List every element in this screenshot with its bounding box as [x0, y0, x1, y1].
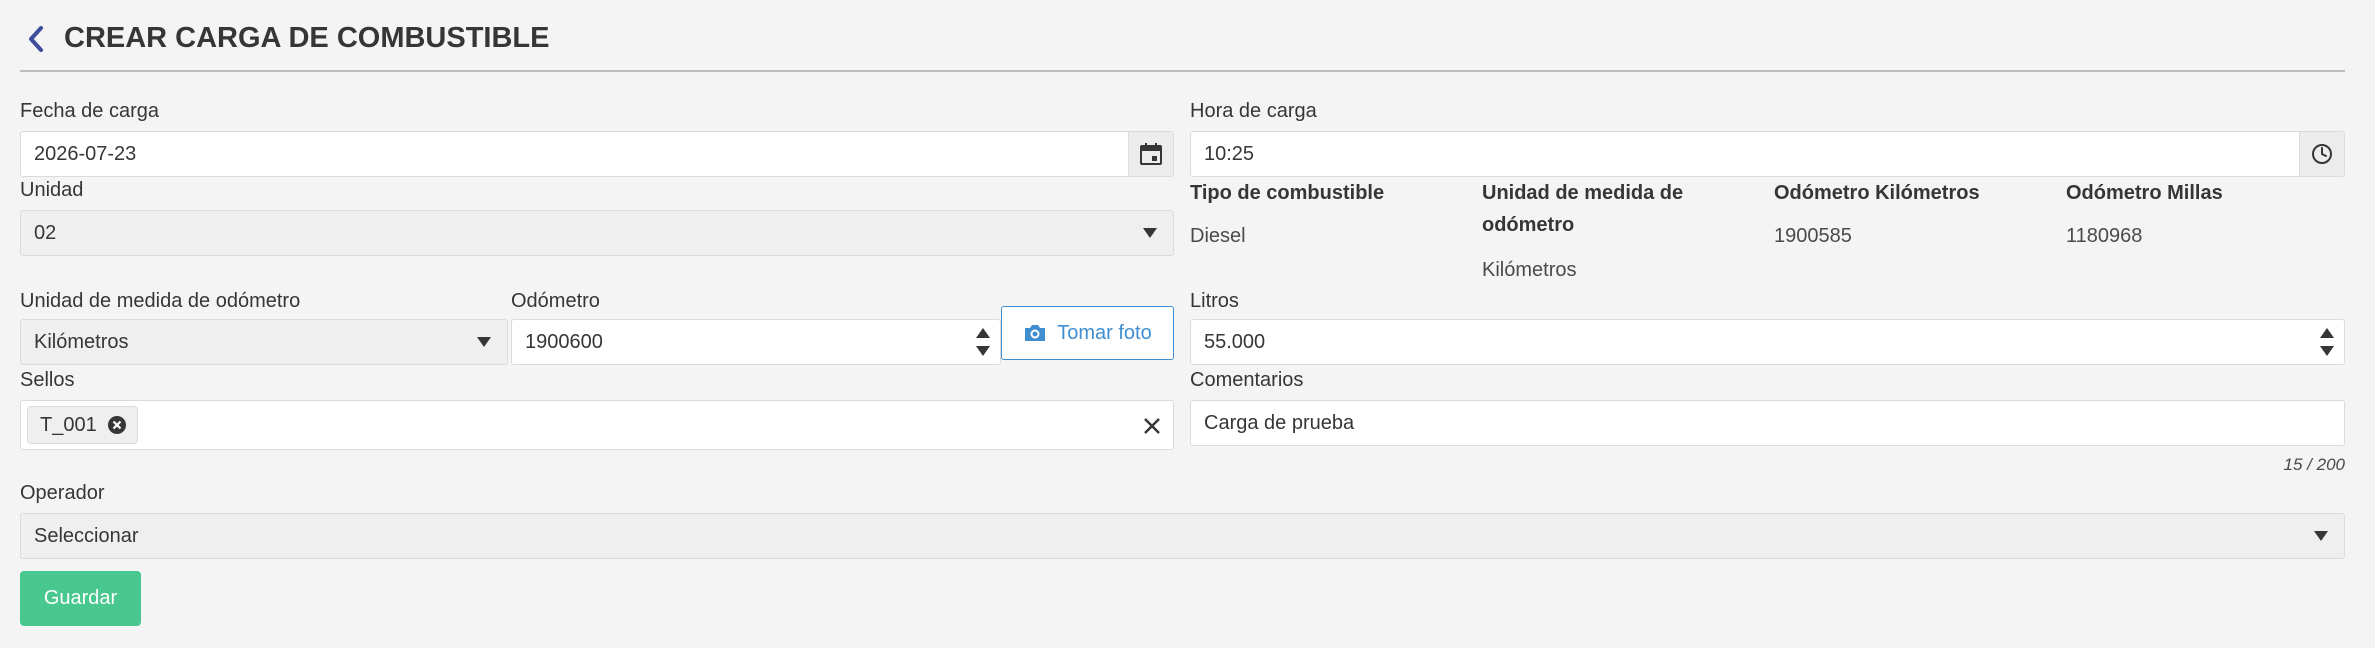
- tomar-foto-label: Tomar foto: [1057, 321, 1152, 344]
- operador-value: Seleccionar: [34, 524, 139, 547]
- close-circle-icon[interactable]: [107, 415, 127, 435]
- fecha-label: Fecha de carga: [20, 100, 159, 122]
- litros-value: 55.000: [1204, 330, 1266, 353]
- odometro-input[interactable]: 1900600: [511, 319, 1001, 365]
- clock-button[interactable]: [2299, 132, 2344, 176]
- odometro-km-value: 1900585: [1774, 225, 1852, 247]
- litros-label: Litros: [1190, 290, 1239, 312]
- odometro-stepper[interactable]: [972, 320, 994, 364]
- chevron-down-icon: [477, 337, 491, 347]
- tomar-foto-button[interactable]: Tomar foto: [1001, 306, 1174, 360]
- operador-label: Operador: [20, 482, 105, 504]
- stepper-down-icon[interactable]: [2320, 346, 2334, 356]
- odometro-value: 1900600: [525, 330, 603, 353]
- camera-icon: [1025, 325, 1046, 341]
- sello-tag: T_001: [27, 406, 138, 444]
- tipo-combustible-label: Tipo de combustible: [1190, 182, 1385, 204]
- chevron-left-icon: [29, 26, 43, 52]
- comentarios-counter: 15 / 200: [2283, 455, 2345, 474]
- comentarios-label: Comentarios: [1190, 369, 1304, 391]
- calendar-icon: [1140, 143, 1162, 165]
- odometro-km-label: Odómetro Kilómetros: [1774, 182, 1980, 204]
- unidad-medida-label: Unidad de medida de odómetro: [1482, 182, 1684, 236]
- operador-select[interactable]: Seleccionar: [20, 513, 2345, 559]
- comentarios-input[interactable]: Carga de prueba: [1190, 400, 2345, 446]
- medida-label: Unidad de medida de odómetro: [20, 290, 301, 312]
- fecha-value: 2026-07-23: [34, 142, 137, 165]
- comentarios-value: Carga de prueba: [1204, 411, 1355, 434]
- medida-select[interactable]: Kilómetros: [20, 319, 508, 365]
- back-button[interactable]: [26, 24, 52, 58]
- fecha-input[interactable]: 2026-07-23: [20, 131, 1174, 177]
- stepper-up-icon[interactable]: [976, 328, 990, 338]
- stepper-up-icon[interactable]: [2320, 328, 2334, 338]
- calendar-button[interactable]: [1128, 132, 1173, 176]
- hora-value: 10:25: [1204, 142, 1255, 165]
- unidad-select[interactable]: 02: [20, 210, 1174, 256]
- unidad-value: 02: [34, 221, 57, 244]
- unidad-label: Unidad: [20, 179, 84, 201]
- guardar-button[interactable]: Guardar: [20, 571, 141, 626]
- chevron-down-icon: [2314, 531, 2328, 541]
- medida-value: Kilómetros: [34, 330, 129, 353]
- clock-icon: [2312, 144, 2332, 164]
- litros-input[interactable]: 55.000: [1190, 319, 2345, 365]
- odometro-label: Odómetro: [511, 290, 600, 312]
- header-divider: [20, 70, 2345, 72]
- tipo-combustible-value: Diesel: [1190, 225, 1246, 247]
- stepper-down-icon[interactable]: [976, 346, 990, 356]
- odometro-millas-label: Odómetro Millas: [2066, 182, 2223, 204]
- hora-label: Hora de carga: [1190, 100, 1317, 122]
- sello-tag-label: T_001: [40, 413, 97, 436]
- chevron-down-icon: [1143, 228, 1157, 238]
- sellos-multiselect[interactable]: T_001: [20, 400, 1174, 450]
- page-title: CREAR CARGA DE COMBUSTIBLE: [64, 22, 550, 54]
- clear-icon[interactable]: [1143, 417, 1161, 435]
- unidad-medida-value: Kilómetros: [1482, 259, 1577, 281]
- sellos-label: Sellos: [20, 369, 75, 391]
- odometro-millas-value: 1180968: [2066, 225, 2143, 247]
- litros-stepper[interactable]: [2316, 320, 2338, 364]
- hora-input[interactable]: 10:25: [1190, 131, 2345, 177]
